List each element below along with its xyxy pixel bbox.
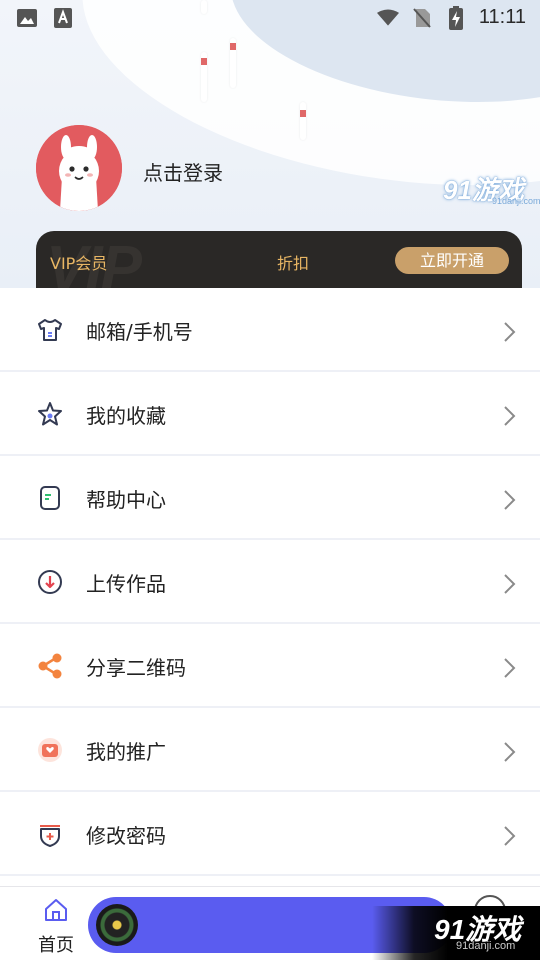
menu-item-label: 上传作品 <box>86 572 166 596</box>
vip-discount: 折扣 <box>277 254 310 273</box>
menu-item-help-center[interactable]: 帮助中心 <box>0 456 540 540</box>
vip-activate-button[interactable]: 立即开通 <box>395 247 509 274</box>
watermark-site: 91danji.com <box>456 940 516 952</box>
tab-home-label: 首页 <box>38 935 74 956</box>
ski-pole-decoration <box>201 52 207 102</box>
vip-card[interactable]: VIP VIP会员 折扣 立即开通 <box>36 231 522 288</box>
menu-item-label: 我的收藏 <box>86 404 166 428</box>
ski-pole-decoration <box>230 38 236 88</box>
menu-item-upload-works[interactable]: 上传作品 <box>0 540 540 624</box>
shield-plus-icon <box>40 825 60 847</box>
download-circle-icon <box>38 570 62 594</box>
menu-item-label: 帮助中心 <box>86 488 166 512</box>
chevron-right-icon <box>504 826 516 846</box>
menu-item-email-phone[interactable]: 邮箱/手机号 <box>0 288 540 372</box>
menu-item-label: 邮箱/手机号 <box>86 320 193 344</box>
menu-item-label: 我的推广 <box>86 740 166 764</box>
tab-home[interactable]: 首页 <box>28 897 84 957</box>
chevron-right-icon <box>504 490 516 510</box>
menu-item-label: 修改密码 <box>86 824 166 848</box>
font-a-icon <box>52 7 74 29</box>
menu-item-favorites[interactable]: 我的收藏 <box>0 372 540 456</box>
no-sim-icon <box>411 7 433 29</box>
share-icon <box>38 653 62 679</box>
wifi-icon <box>376 7 399 29</box>
menu-item-my-promotion[interactable]: 我的推广 <box>0 708 540 792</box>
battery-charging-icon <box>445 5 467 30</box>
promotion-icon <box>38 738 62 762</box>
login-prompt[interactable]: 点击登录 <box>143 157 223 186</box>
vinyl-disc-icon <box>96 904 138 946</box>
avatar[interactable] <box>36 125 122 211</box>
chevron-right-icon <box>504 574 516 594</box>
chevron-right-icon <box>504 406 516 426</box>
document-icon <box>40 486 60 510</box>
clock: 11:11 <box>478 6 526 28</box>
home-icon <box>45 899 67 921</box>
chevron-right-icon <box>504 322 516 342</box>
vip-label: VIP会员 <box>50 254 108 273</box>
shirt-icon <box>38 319 62 341</box>
profile-header: 11:11 点击登录 91游戏 91danji.com VIP VIP会员 折扣… <box>0 0 540 288</box>
chevron-right-icon <box>504 658 516 678</box>
alpaca-avatar-icon <box>36 125 122 211</box>
menu-item-label: 分享二维码 <box>86 656 186 680</box>
image-icon <box>16 7 38 29</box>
status-bar: 11:11 <box>0 0 540 36</box>
star-icon <box>38 402 62 426</box>
menu-item-share-qr[interactable]: 分享二维码 <box>0 624 540 708</box>
watermark-site: 91danji.com <box>492 196 540 206</box>
ski-pole-decoration <box>300 102 306 140</box>
settings-menu: 邮箱/手机号 我的收藏 帮助中心 上传作品 分享二维码 我的推广 修改密码 <box>0 288 540 876</box>
menu-item-change-password[interactable]: 修改密码 <box>0 792 540 876</box>
chevron-right-icon <box>504 742 516 762</box>
